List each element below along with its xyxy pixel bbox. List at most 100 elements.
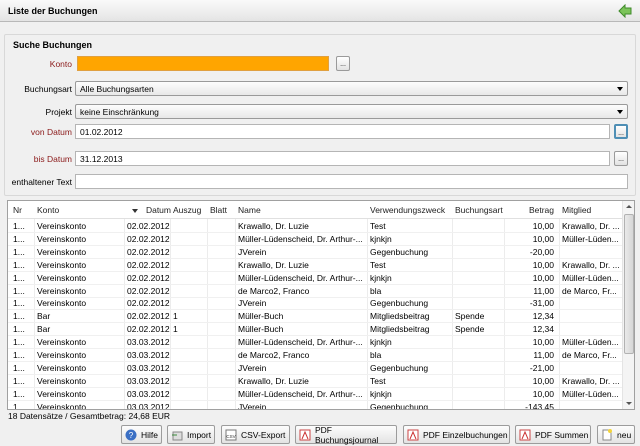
bis-datum-label: bis Datum [33, 154, 72, 164]
column-header-label: Nr [13, 205, 22, 215]
column-header-nr[interactable]: Nr [13, 205, 37, 215]
cell-konto: Vereinskonto [37, 337, 87, 348]
column-header-konto[interactable]: Konto [37, 205, 123, 215]
cell-name: de Marco2, Franco [238, 350, 310, 360]
cell-name: Krawallo, Dr. Luzie [238, 221, 309, 231]
column-header-label: Blatt [210, 205, 228, 215]
cell-betrag: 10,00 [532, 337, 554, 348]
cell-konto: Vereinskonto [37, 375, 87, 386]
table-row[interactable]: 1... Vereinskonto 02.02.2012 JVerein Gegenbu… [8, 246, 622, 259]
column-header-label: Name [238, 205, 261, 215]
cell-mitglied: Müller-Lüden... [562, 337, 619, 348]
column-header-label: Datum [145, 205, 171, 215]
column-header-buchungsart[interactable]: Buchungsart [455, 205, 511, 215]
svg-text:CSV: CSV [226, 434, 235, 439]
von-datum-input[interactable]: 01.02.2012 [75, 124, 610, 139]
import-button[interactable]: Import [167, 425, 215, 444]
csv-export-button[interactable]: CSV CSV-Export [221, 425, 290, 444]
table-row[interactable]: 1... Vereinskonto 03.03.2012 de Marco2, Fra… [8, 349, 622, 362]
cell-datum: 03.03.2012 [127, 388, 170, 399]
buchungsart-select[interactable]: Alle Buchungsarten [75, 81, 628, 96]
cell-nr: 1... [13, 233, 25, 244]
table-row[interactable]: 1... Vereinskonto 03.03.2012 JVerein Gegenbu… [8, 362, 622, 375]
cell-betrag: 10,00 [532, 272, 554, 283]
table-row[interactable]: 1... Vereinskonto 02.02.2012 JVerein Gegenbu… [8, 297, 622, 311]
cell-nr: 1... [13, 285, 25, 296]
table-row[interactable]: 1... Vereinskonto 02.02.2012 Müller-Lüdensc… [8, 233, 622, 246]
table-row[interactable]: 1... Vereinskonto 02.02.2012 Müller-Lüdensc… [8, 272, 622, 285]
cell-nr: 1... [13, 350, 25, 360]
header-divider [8, 218, 622, 219]
back-arrow-icon[interactable] [618, 4, 632, 18]
table-row[interactable]: 1... Vereinskonto 03.03.2012 Müller-Lüdensc… [8, 388, 622, 401]
table-row[interactable]: 1... Vereinskonto 02.02.2012 Krawallo, Dr. … [8, 220, 622, 233]
table-row[interactable]: 1... Vereinskonto 03.03.2012 Krawallo, Dr. … [8, 375, 622, 388]
column-header-name[interactable]: Name [238, 205, 368, 215]
von-datum-label: von Datum [30, 127, 72, 137]
cell-betrag: 11,00 [533, 285, 554, 296]
table-row[interactable]: 1... Bar 02.02.2012 1 Müller-Buch Mitgliedsbe… [8, 323, 622, 337]
cell-nr: 1... [13, 259, 25, 270]
column-header-label: Auszug [173, 205, 202, 215]
button-label: Import [187, 429, 212, 440]
bis-datum-picker-button[interactable]: ... [614, 151, 628, 166]
column-header-mitglied[interactable]: Mitglied [562, 205, 624, 215]
text-input[interactable] [75, 174, 628, 189]
cell-datum: 02.02.2012 [127, 233, 170, 244]
column-header-datum[interactable]: Datum [127, 205, 171, 215]
cell-konto: Bar [37, 324, 51, 335]
buchungsart-value: Alle Buchungsarten [80, 84, 154, 94]
column-header-label: Konto [37, 205, 60, 215]
text-label: enthaltener Text [11, 177, 72, 187]
table-row[interactable]: 1... Vereinskonto 02.02.2012 Krawallo, Dr. … [8, 259, 622, 272]
cell-konto: Vereinskonto [37, 298, 87, 309]
pdf-einzelbuchungen-button[interactable]: PDF Einzelbuchungen [403, 425, 510, 444]
cell-datum: 03.03.2012 [127, 350, 170, 360]
cell-datum: 02.02.2012 [127, 298, 170, 309]
cell-datum: 02.02.2012 [127, 272, 170, 283]
cell-verwendungszweck: Mitgliedsbeitrag [370, 324, 430, 335]
projekt-select[interactable]: keine Einschränkung [75, 104, 628, 119]
page-title: Liste der Buchungen [8, 6, 98, 16]
neu-button[interactable]: neu [597, 425, 635, 444]
table-row[interactable]: 1... Vereinskonto 02.02.2012 de Marco2, Fra… [8, 285, 622, 298]
column-header-label: Mitglied [562, 205, 592, 215]
konto-picker-button[interactable]: ... [336, 56, 350, 71]
cell-betrag: 10,00 [532, 259, 554, 270]
column-header-verwendungszweck[interactable]: Verwendungszweck [370, 205, 454, 215]
cell-konto: Vereinskonto [37, 362, 87, 373]
cell-name: Müller-Buch [238, 324, 284, 335]
button-label: PDF Summen [535, 429, 589, 440]
projekt-value: keine Einschränkung [80, 107, 159, 117]
cell-verwendungszweck: Test [370, 259, 386, 270]
table-row[interactable]: 1... Vereinskonto 03.03.2012 JVerein Gegenbu… [8, 401, 622, 410]
table-row[interactable]: 1... Vereinskonto 03.03.2012 Müller-Lüdensc… [8, 336, 622, 350]
cell-betrag: 11,00 [533, 350, 554, 360]
cell-mitglied: Müller-Lüden... [562, 272, 619, 283]
cell-datum: 02.02.2012 [127, 311, 170, 322]
cell-konto: Vereinskonto [37, 246, 87, 257]
konto-input[interactable] [77, 56, 329, 71]
scrollbar[interactable] [622, 201, 634, 409]
pdf-icon [299, 429, 311, 440]
table-row[interactable]: 1... Bar 02.02.2012 1 Müller-Buch Mitgliedsbe… [8, 310, 622, 324]
cell-name: Müller-Buch [238, 311, 284, 322]
scroll-up-icon[interactable] [626, 205, 632, 208]
cell-nr: 1... [13, 298, 25, 309]
column-header-betrag[interactable]: Betrag [507, 205, 554, 215]
button-label: PDF Einzelbuchungen [423, 429, 508, 440]
pdf-summen-button[interactable]: PDF Summen [515, 425, 591, 444]
von-datum-picker-button[interactable]: ... [614, 124, 628, 139]
cell-nr: 1... [13, 246, 25, 257]
bis-datum-input[interactable]: 31.12.2013 [75, 151, 610, 166]
scroll-thumb[interactable] [624, 214, 634, 354]
scroll-down-icon[interactable] [626, 402, 632, 405]
cell-betrag: 10,00 [532, 388, 554, 399]
cell-betrag: -143,45 [525, 401, 554, 410]
column-header-blatt[interactable]: Blatt [210, 205, 236, 215]
cell-konto: Vereinskonto [37, 285, 87, 296]
pdf-buchungsjournal-button[interactable]: PDF Buchungsjournal [295, 425, 397, 445]
cell-name: Krawallo, Dr. Luzie [238, 375, 309, 386]
hilfe-button[interactable]: ? Hilfe [121, 425, 162, 444]
column-header-auszug[interactable]: Auszug [173, 205, 209, 215]
